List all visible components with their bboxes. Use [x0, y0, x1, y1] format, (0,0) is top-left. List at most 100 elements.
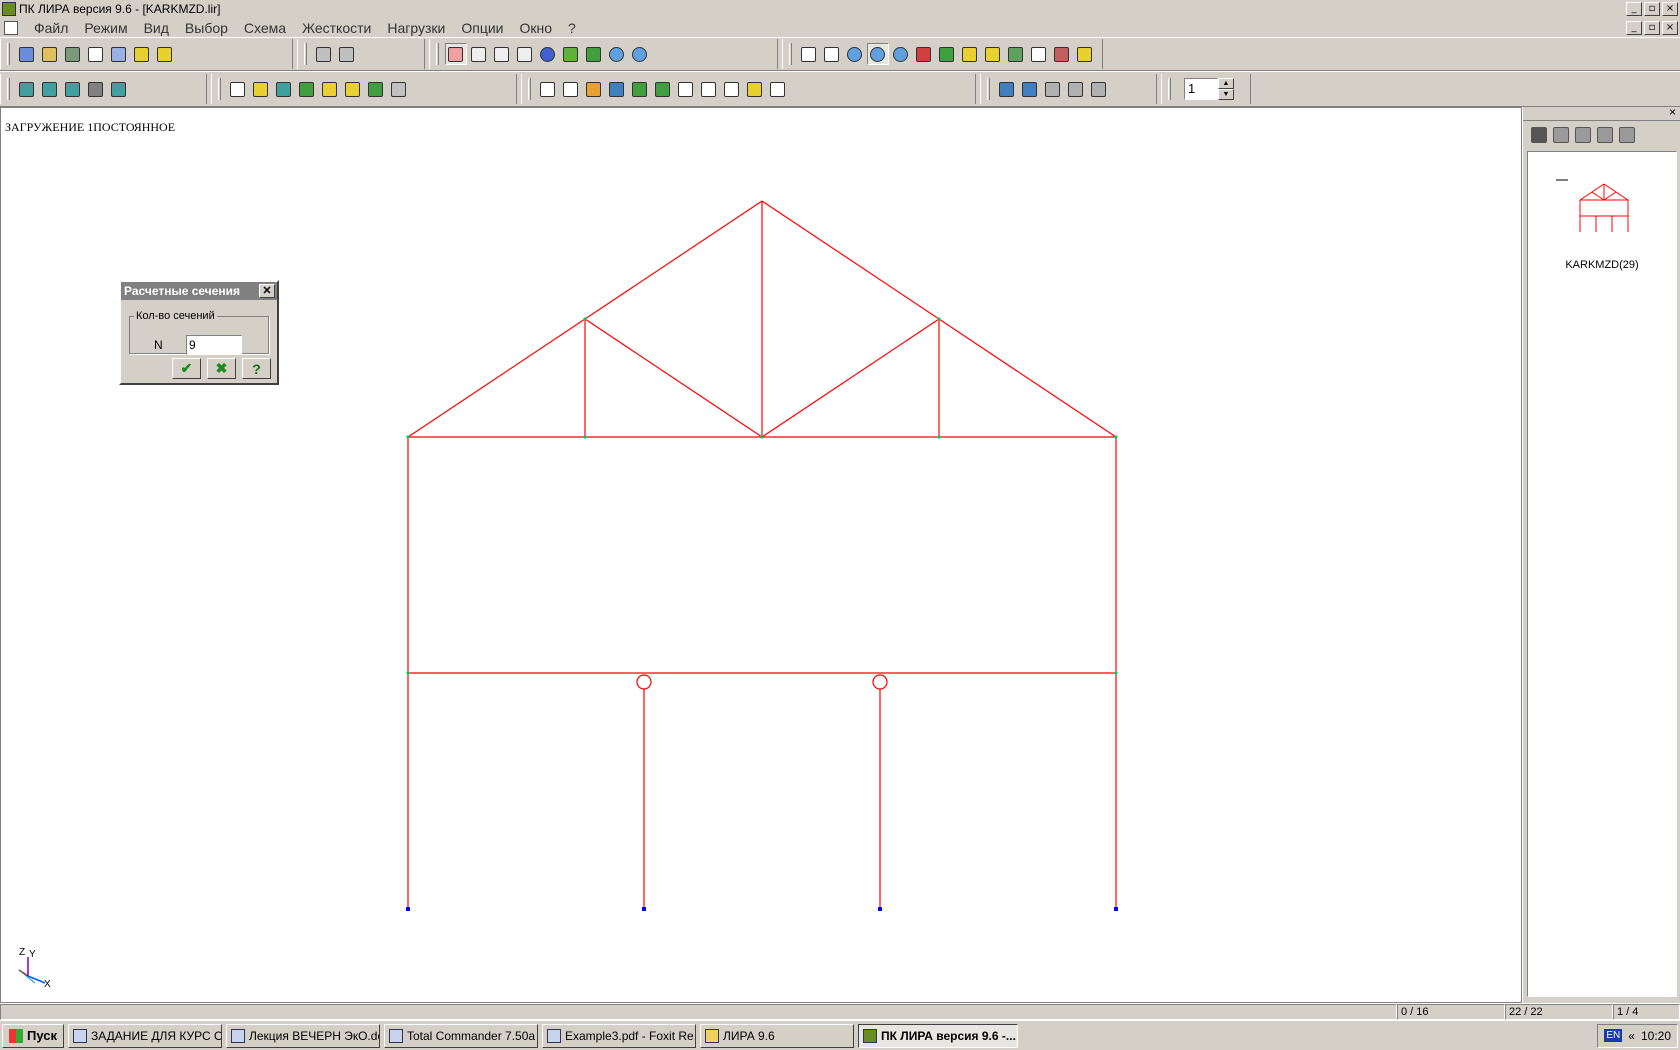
menu-view[interactable]: Вид: [136, 20, 177, 36]
help-icon[interactable]: [1074, 43, 1096, 65]
fragment-3d-icon[interactable]: [996, 78, 1018, 100]
table-editor-icon[interactable]: [108, 43, 130, 65]
flag-icon[interactable]: [936, 43, 958, 65]
copy-nodes-icon[interactable]: [273, 78, 295, 100]
menu-mode[interactable]: Режим: [76, 20, 135, 36]
zoom-window-icon[interactable]: [629, 43, 651, 65]
menu-window[interactable]: Окно: [511, 20, 560, 36]
brush-icon[interactable]: [959, 43, 981, 65]
wave-icon[interactable]: [560, 78, 582, 100]
print-icon[interactable]: [1619, 127, 1635, 143]
filter-icon[interactable]: [798, 43, 820, 65]
projection-xy-icon[interactable]: [491, 43, 513, 65]
columns-icon[interactable]: [39, 78, 61, 100]
menu-options[interactable]: Опции: [453, 20, 511, 36]
doc-restore-button[interactable]: ▫: [1644, 20, 1660, 35]
restore-button[interactable]: ▫: [1644, 2, 1660, 16]
doc-minimize-button[interactable]: _: [1626, 20, 1642, 35]
arrows-icon[interactable]: [744, 78, 766, 100]
info-icon[interactable]: [1028, 43, 1050, 65]
move-icon[interactable]: [250, 78, 272, 100]
save-scheme-icon[interactable]: [62, 43, 84, 65]
select-icon[interactable]: [821, 43, 843, 65]
tray-expand-icon[interactable]: «: [1628, 1029, 1635, 1043]
support-icon[interactable]: [537, 78, 559, 100]
task-foxit-reader[interactable]: Example3.pdf - Foxit Re...: [542, 1023, 696, 1048]
menu-stiffness[interactable]: Жесткости: [294, 20, 379, 36]
layers-icon[interactable]: [1005, 43, 1027, 65]
menu-scheme[interactable]: Схема: [236, 20, 294, 36]
start-button[interactable]: Пуск: [2, 1023, 64, 1048]
cross-icon[interactable]: [721, 78, 743, 100]
beam-diag-right[interactable]: [761, 318, 940, 438]
person-icon[interactable]: [982, 43, 1004, 65]
task-folder-lira[interactable]: ЛИРА 9.6: [700, 1023, 854, 1048]
split-icon[interactable]: [675, 78, 697, 100]
language-indicator[interactable]: EN: [1604, 1029, 1623, 1042]
duplicate-icon[interactable]: [319, 78, 341, 100]
node[interactable]: [406, 435, 410, 439]
node[interactable]: [760, 435, 764, 439]
node[interactable]: [1114, 435, 1118, 439]
undo-icon[interactable]: [313, 43, 335, 65]
dialog-close-button[interactable]: ✕: [259, 284, 275, 298]
join-icon[interactable]: [698, 78, 720, 100]
node[interactable]: [406, 671, 410, 675]
rigid-insert-icon[interactable]: [629, 78, 651, 100]
new-scheme-icon[interactable]: [16, 43, 38, 65]
menu-selection[interactable]: Выбор: [177, 20, 236, 36]
fragment-icon[interactable]: [560, 43, 582, 65]
cut-icon[interactable]: [227, 78, 249, 100]
node[interactable]: [937, 317, 941, 321]
elements-icon[interactable]: [606, 78, 628, 100]
load-case-value[interactable]: 1: [1184, 78, 1218, 100]
hinge-left[interactable]: [636, 674, 652, 690]
projection-3d-icon[interactable]: [444, 43, 467, 65]
hinge-icon[interactable]: [652, 78, 674, 100]
close-button[interactable]: ×: [1662, 2, 1678, 16]
sections-count-input[interactable]: 9: [186, 335, 242, 355]
projection-yz-icon[interactable]: [514, 43, 536, 65]
scheme-thumbnail[interactable]: [1528, 152, 1676, 252]
calculate-icon[interactable]: [131, 43, 153, 65]
stack-icon[interactable]: [342, 78, 364, 100]
load-case-spinner[interactable]: 1 ▲ ▼: [1184, 78, 1234, 100]
cube-icon[interactable]: [108, 78, 130, 100]
save-icon[interactable]: [1553, 127, 1569, 143]
cancel-button[interactable]: ✖: [207, 358, 236, 379]
dialog-titlebar[interactable]: Расчетные сечения ✕: [121, 282, 277, 300]
design-sections-dialog[interactable]: Расчетные сечения ✕ Кол-во сечений N 9 ✔…: [119, 280, 279, 385]
redo-icon[interactable]: [336, 43, 358, 65]
support-node[interactable]: [406, 907, 410, 911]
spinner-up-button[interactable]: ▲: [1218, 78, 1234, 89]
zoom-fit-icon[interactable]: [890, 43, 912, 65]
node[interactable]: [937, 435, 941, 439]
fragment-copy-icon[interactable]: [1019, 78, 1041, 100]
zoom-icon[interactable]: [606, 43, 628, 65]
side-panel-close-icon[interactable]: ×: [1669, 105, 1676, 119]
camera-icon[interactable]: [1531, 127, 1547, 143]
help-button[interactable]: ?: [242, 358, 271, 379]
ok-button[interactable]: ✔: [172, 358, 201, 379]
model-canvas[interactable]: ЗАГРУЖЕНИЕ 1ПОСТОЯННОЕ Z Y X: [0, 107, 1522, 1003]
cylinder-green-icon[interactable]: [365, 78, 387, 100]
support-node[interactable]: [642, 907, 646, 911]
menu-loads[interactable]: Нагрузки: [379, 20, 453, 36]
wrench-icon[interactable]: [388, 78, 410, 100]
results-icon[interactable]: [154, 43, 176, 65]
load-icon[interactable]: [583, 78, 605, 100]
task-word-lecture[interactable]: Лекция ВЕЧЕРН ЭкО.do...: [226, 1023, 380, 1048]
hinge-right[interactable]: [872, 674, 888, 690]
menu-file[interactable]: Файл: [26, 20, 76, 36]
open-scheme-icon[interactable]: [39, 43, 61, 65]
cylinder-icon[interactable]: [85, 78, 107, 100]
pencil-icon[interactable]: [583, 43, 605, 65]
beam-diag-left[interactable]: [584, 318, 763, 438]
zoom-in-icon[interactable]: [844, 43, 866, 65]
rotate-icon[interactable]: [537, 43, 559, 65]
task-word-assignment[interactable]: ЗАДАНИЕ ДЛЯ КУРС ОВ...: [68, 1023, 222, 1048]
doc-close-button[interactable]: ×: [1662, 20, 1678, 35]
support-node[interactable]: [1114, 907, 1118, 911]
projection-xz-icon[interactable]: [468, 43, 490, 65]
minimize-button[interactable]: _: [1626, 2, 1642, 16]
